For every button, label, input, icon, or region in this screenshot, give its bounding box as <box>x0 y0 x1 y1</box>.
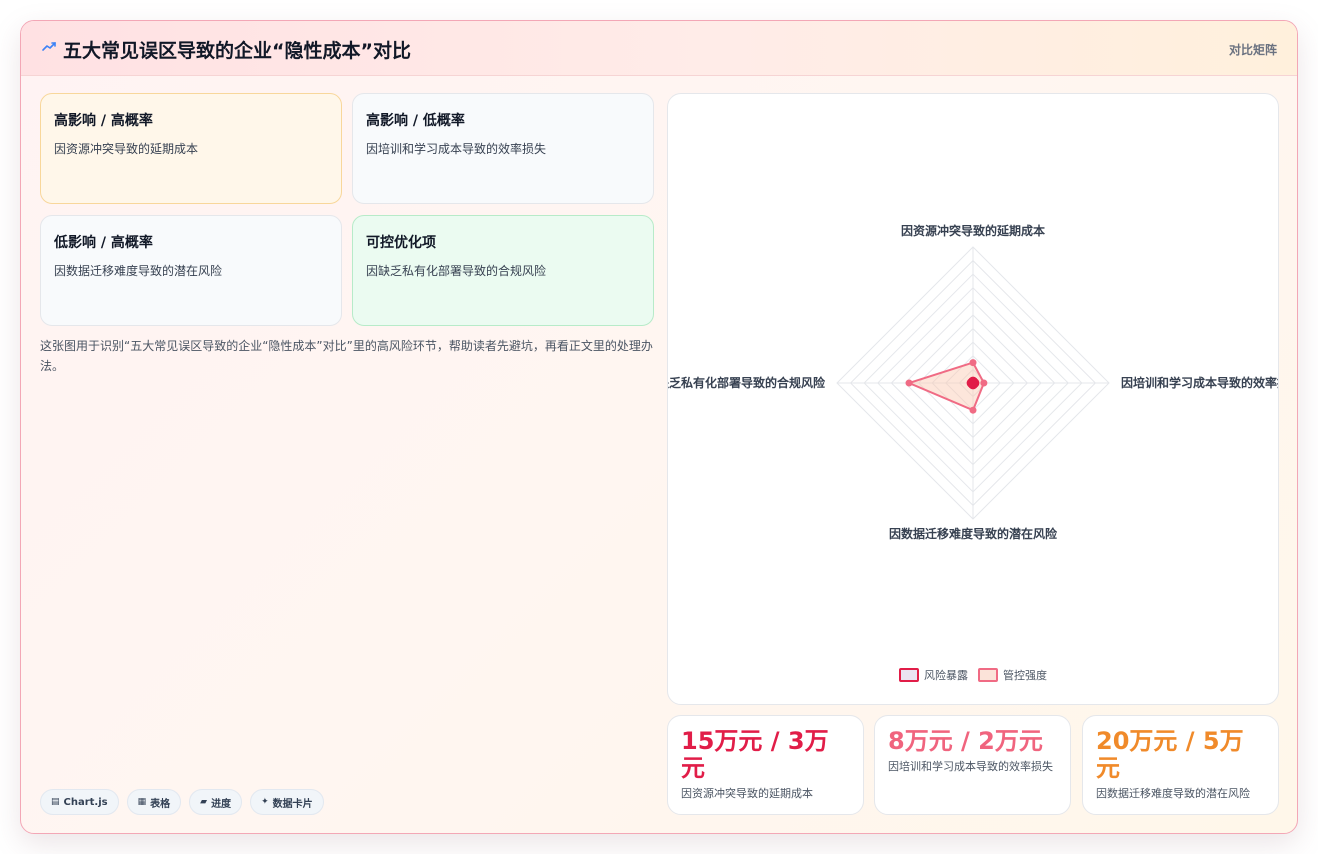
tag-label: Chart.js <box>63 796 108 808</box>
card-desc: 因培训和学习成本导致的效率损失 <box>366 142 547 156</box>
tag-chartjs[interactable]: ▤ Chart.js <box>40 789 119 815</box>
legend-swatch-risk <box>899 668 919 682</box>
radar-axis-label: 因资源冲突导致的延期成本 <box>901 223 1045 238</box>
main-panel: 五大常见误区导致的企业“隐性成本”对比 对比矩阵 高影响 / 高概率 因资源冲突… <box>20 20 1298 834</box>
radar-point-0-3 <box>966 378 977 388</box>
radar-axis-label: 因培训和学习成本导致的效率损失 <box>1121 375 1279 390</box>
table-icon: ▦ <box>137 797 147 807</box>
card-desc: 因缺乏私有化部署导致的合规风险 <box>366 264 547 278</box>
stat-card-migration-risk: 20万元 / 5万元 因数据迁移难度导致的潜在风险 <box>1082 715 1279 815</box>
stat-value: 20万元 / 5万元 <box>1096 727 1244 782</box>
radar-axis-label: 因缺乏私有化部署导致的合规风险 <box>668 375 826 390</box>
card-desc: 因资源冲突导致的延期成本 <box>54 142 199 156</box>
card-title: 低影响 / 高概率 <box>54 235 153 251</box>
radar-point-1-3 <box>905 379 913 387</box>
tag-list: ▤ Chart.js ▦ 表格 ▰ 进度 ✦ 数据卡片 <box>40 789 324 815</box>
stat-card-training-cost: 8万元 / 2万元 因培训和学习成本导致的效率损失 <box>874 715 1071 815</box>
quadrant-card-low-high: 低影响 / 高概率 因数据迁移难度导致的潜在风险 <box>40 215 342 326</box>
legend-label: 风险暴露 <box>924 669 968 682</box>
radar-point-1-0 <box>969 359 977 367</box>
stat-value: 15万元 / 3万元 <box>681 727 829 782</box>
page-title: 五大常见误区导致的企业“隐性成本”对比 <box>63 40 411 62</box>
card-desc: 因数据迁移难度导致的潜在风险 <box>54 264 223 278</box>
chart-legend: 风险暴露 管控强度 <box>668 667 1278 683</box>
header: 五大常见误区导致的企业“隐性成本”对比 对比矩阵 <box>21 21 1297 76</box>
stat-label: 因培训和学习成本导致的效率损失 <box>888 760 1053 773</box>
radar-point-1-1 <box>980 379 988 387</box>
card-title: 高影响 / 高概率 <box>54 113 153 129</box>
tag-progress[interactable]: ▰ 进度 <box>189 789 243 815</box>
progress-icon: ▰ <box>200 797 208 807</box>
radar-chart: 因资源冲突导致的延期成本因培训和学习成本导致的效率损失因数据迁移难度导致的潜在风… <box>668 223 1279 541</box>
radar-point-1-2 <box>969 406 977 414</box>
tag-data-card[interactable]: ✦ 数据卡片 <box>250 789 324 815</box>
quadrant-card-controllable: 可控优化项 因缺乏私有化部署导致的合规风险 <box>352 215 654 326</box>
view-mode-label: 对比矩阵 <box>1228 43 1277 57</box>
chart-icon: ▤ <box>51 797 60 807</box>
sparkle-icon: ✦ <box>261 797 269 807</box>
stat-card-delay-cost: 15万元 / 3万元 因资源冲突导致的延期成本 <box>667 715 864 815</box>
quadrant-card-high-low: 高影响 / 低概率 因培训和学习成本导致的效率损失 <box>352 93 654 204</box>
card-title: 可控优化项 <box>366 235 436 251</box>
tag-label: 进度 <box>211 798 232 810</box>
legend-label: 管控强度 <box>1003 669 1047 682</box>
legend-item-risk[interactable]: 风险暴露 <box>899 667 968 683</box>
chart-note: 这张图用于识别“五大常见误区导致的企业“隐性成本”对比”里的高风险环节，帮助读者… <box>40 339 653 373</box>
radar-chart-panel: 因资源冲突导致的延期成本因培训和学习成本导致的效率损失因数据迁移难度导致的潜在风… <box>667 93 1279 705</box>
stat-label: 因资源冲突导致的延期成本 <box>681 787 813 800</box>
tag-table[interactable]: ▦ 表格 <box>126 789 182 815</box>
trend-icon <box>42 42 56 51</box>
radar-axis-label: 因数据迁移难度导致的潜在风险 <box>889 526 1058 541</box>
card-title: 高影响 / 低概率 <box>366 113 465 129</box>
stat-label: 因数据迁移难度导致的潜在风险 <box>1096 787 1250 800</box>
quadrant-card-high-high: 高影响 / 高概率 因资源冲突导致的延期成本 <box>40 93 342 204</box>
tag-label: 数据卡片 <box>272 798 313 810</box>
legend-item-control[interactable]: 管控强度 <box>978 667 1047 683</box>
tag-label: 表格 <box>150 798 171 810</box>
stat-value: 8万元 / 2万元 <box>888 727 1043 755</box>
legend-swatch-control <box>978 668 998 682</box>
